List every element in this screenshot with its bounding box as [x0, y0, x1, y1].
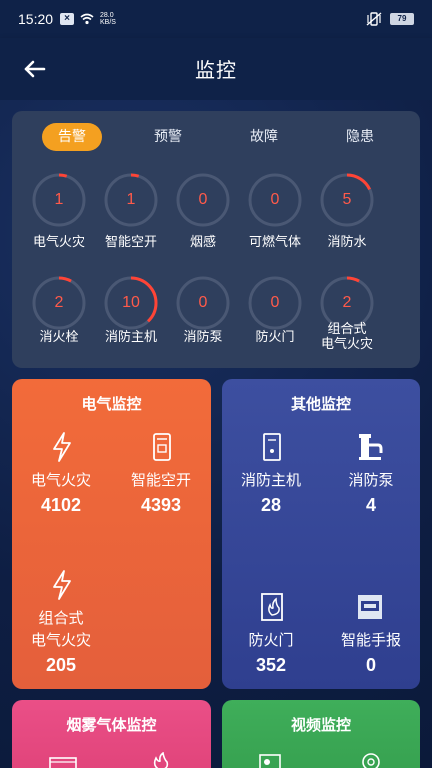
network-speed: 28.0 KB/S	[100, 12, 116, 26]
lightning-icon	[53, 432, 71, 462]
location-icon	[362, 753, 380, 768]
manual-alarm-icon	[358, 595, 382, 619]
tab-fault[interactable]: 故障	[234, 123, 294, 151]
fire-pump-icon	[359, 434, 383, 460]
close-notification-icon: ×	[60, 13, 74, 25]
tab-warning[interactable]: 预警	[138, 123, 198, 151]
smart-breaker-label: 智能空开	[130, 471, 191, 489]
gas-flame-icon	[153, 752, 169, 768]
vibrate-mute-icon	[366, 12, 382, 26]
other-card-title: 其他监控	[290, 395, 351, 413]
electric-monitor-card[interactable]: 电气监控 电气火灾 4102 智能空开 4393 组合式 电气火灾 205	[12, 379, 211, 689]
fire-door-icon	[261, 593, 283, 621]
alarm-gauge[interactable]: 10	[104, 276, 158, 330]
speed-unit: KB/S	[100, 19, 116, 26]
status-bar: 15:20 × 28.0 KB/S 79	[0, 0, 432, 38]
alarm-gauge-value: 10	[122, 294, 140, 311]
fire-door-value: 352	[255, 655, 287, 675]
other-monitor-card[interactable]: 其他监控 消防主机 28 消防泵 4 防火门 352 智能手报 0	[222, 379, 420, 689]
alarm-gauge-value: 0	[270, 294, 280, 311]
fire-pump-label: 消防泵	[348, 471, 394, 489]
combined-fire-value: 205	[45, 655, 77, 675]
alarm-tabs: 告警 预警 故障 隐患	[12, 123, 420, 153]
battery-indicator: 79	[390, 13, 414, 25]
alarm-gauge[interactable]: 0	[176, 173, 230, 227]
alarm-gauge[interactable]: 0	[248, 276, 302, 330]
alarm-gauge-value: 1	[126, 191, 136, 208]
alarm-gauge[interactable]: 0	[176, 276, 230, 330]
manual-alarm-value: 0	[365, 655, 376, 675]
fire-host-icon	[263, 433, 281, 461]
fire-host-label: 消防主机	[240, 471, 301, 489]
alarm-gauge-value: 0	[198, 191, 208, 208]
electric-fire-label: 电气火灾	[30, 471, 91, 489]
combined-fire-label: 组合式 电气火灾	[30, 609, 91, 649]
page-title: 监控	[195, 58, 237, 82]
alarm-gauge-value: 1	[54, 191, 64, 208]
alarm-gauge-value: 0	[198, 294, 208, 311]
tab-alarm[interactable]: 告警	[42, 123, 102, 151]
app-header: 监控	[0, 38, 432, 100]
manual-alarm-label: 智能手报	[340, 631, 401, 649]
alarm-gauge[interactable]: 2	[32, 276, 86, 330]
fire-host-value: 28	[260, 495, 282, 515]
video-card-title: 视频监控	[290, 716, 351, 734]
alarm-gauge-value: 2	[54, 294, 64, 311]
smoke-card-title: 烟雾气体监控	[66, 716, 157, 734]
alarm-gauge-label: 消防水	[327, 235, 367, 250]
tab-hazard[interactable]: 隐患	[330, 123, 390, 151]
alarm-gauge[interactable]: 1	[104, 173, 158, 227]
alarm-gauge-label: 组合式 电气火灾	[320, 322, 373, 352]
status-icons: × 28.0 KB/S	[60, 12, 116, 26]
camera-icon	[259, 754, 281, 768]
alarm-gauge[interactable]: 5	[320, 173, 374, 227]
alarm-panel: 告警 预警 故障 隐患 1 电气火灾 1 智能空开 0 烟感 0 可燃气体 5 消防水 2 消火栓 10…	[12, 111, 420, 368]
alarm-gauge-value: 5	[342, 191, 352, 208]
alarm-gauge[interactable]: 1	[32, 173, 86, 227]
fire-door-label: 防火门	[248, 631, 294, 649]
status-right: 79	[366, 12, 414, 26]
electric-card-title: 电气监控	[81, 395, 142, 413]
speed-value: 28.0	[100, 12, 114, 19]
smart-breaker-icon	[153, 433, 171, 461]
video-monitor-card[interactable]: 视频监控	[222, 700, 420, 768]
status-time: 15:20	[18, 11, 54, 27]
alarm-gauge[interactable]: 0	[248, 173, 302, 227]
electric-fire-value: 4102	[40, 495, 82, 515]
smart-breaker-value: 4393	[140, 495, 182, 515]
lightning-icon	[53, 570, 71, 600]
fire-pump-value: 4	[365, 495, 376, 515]
smoke-gas-monitor-card[interactable]: 烟雾气体监控	[12, 700, 211, 768]
wifi-icon	[80, 13, 94, 25]
smoke-detector-icon	[49, 757, 77, 768]
alarm-gauge-value: 0	[270, 191, 280, 208]
